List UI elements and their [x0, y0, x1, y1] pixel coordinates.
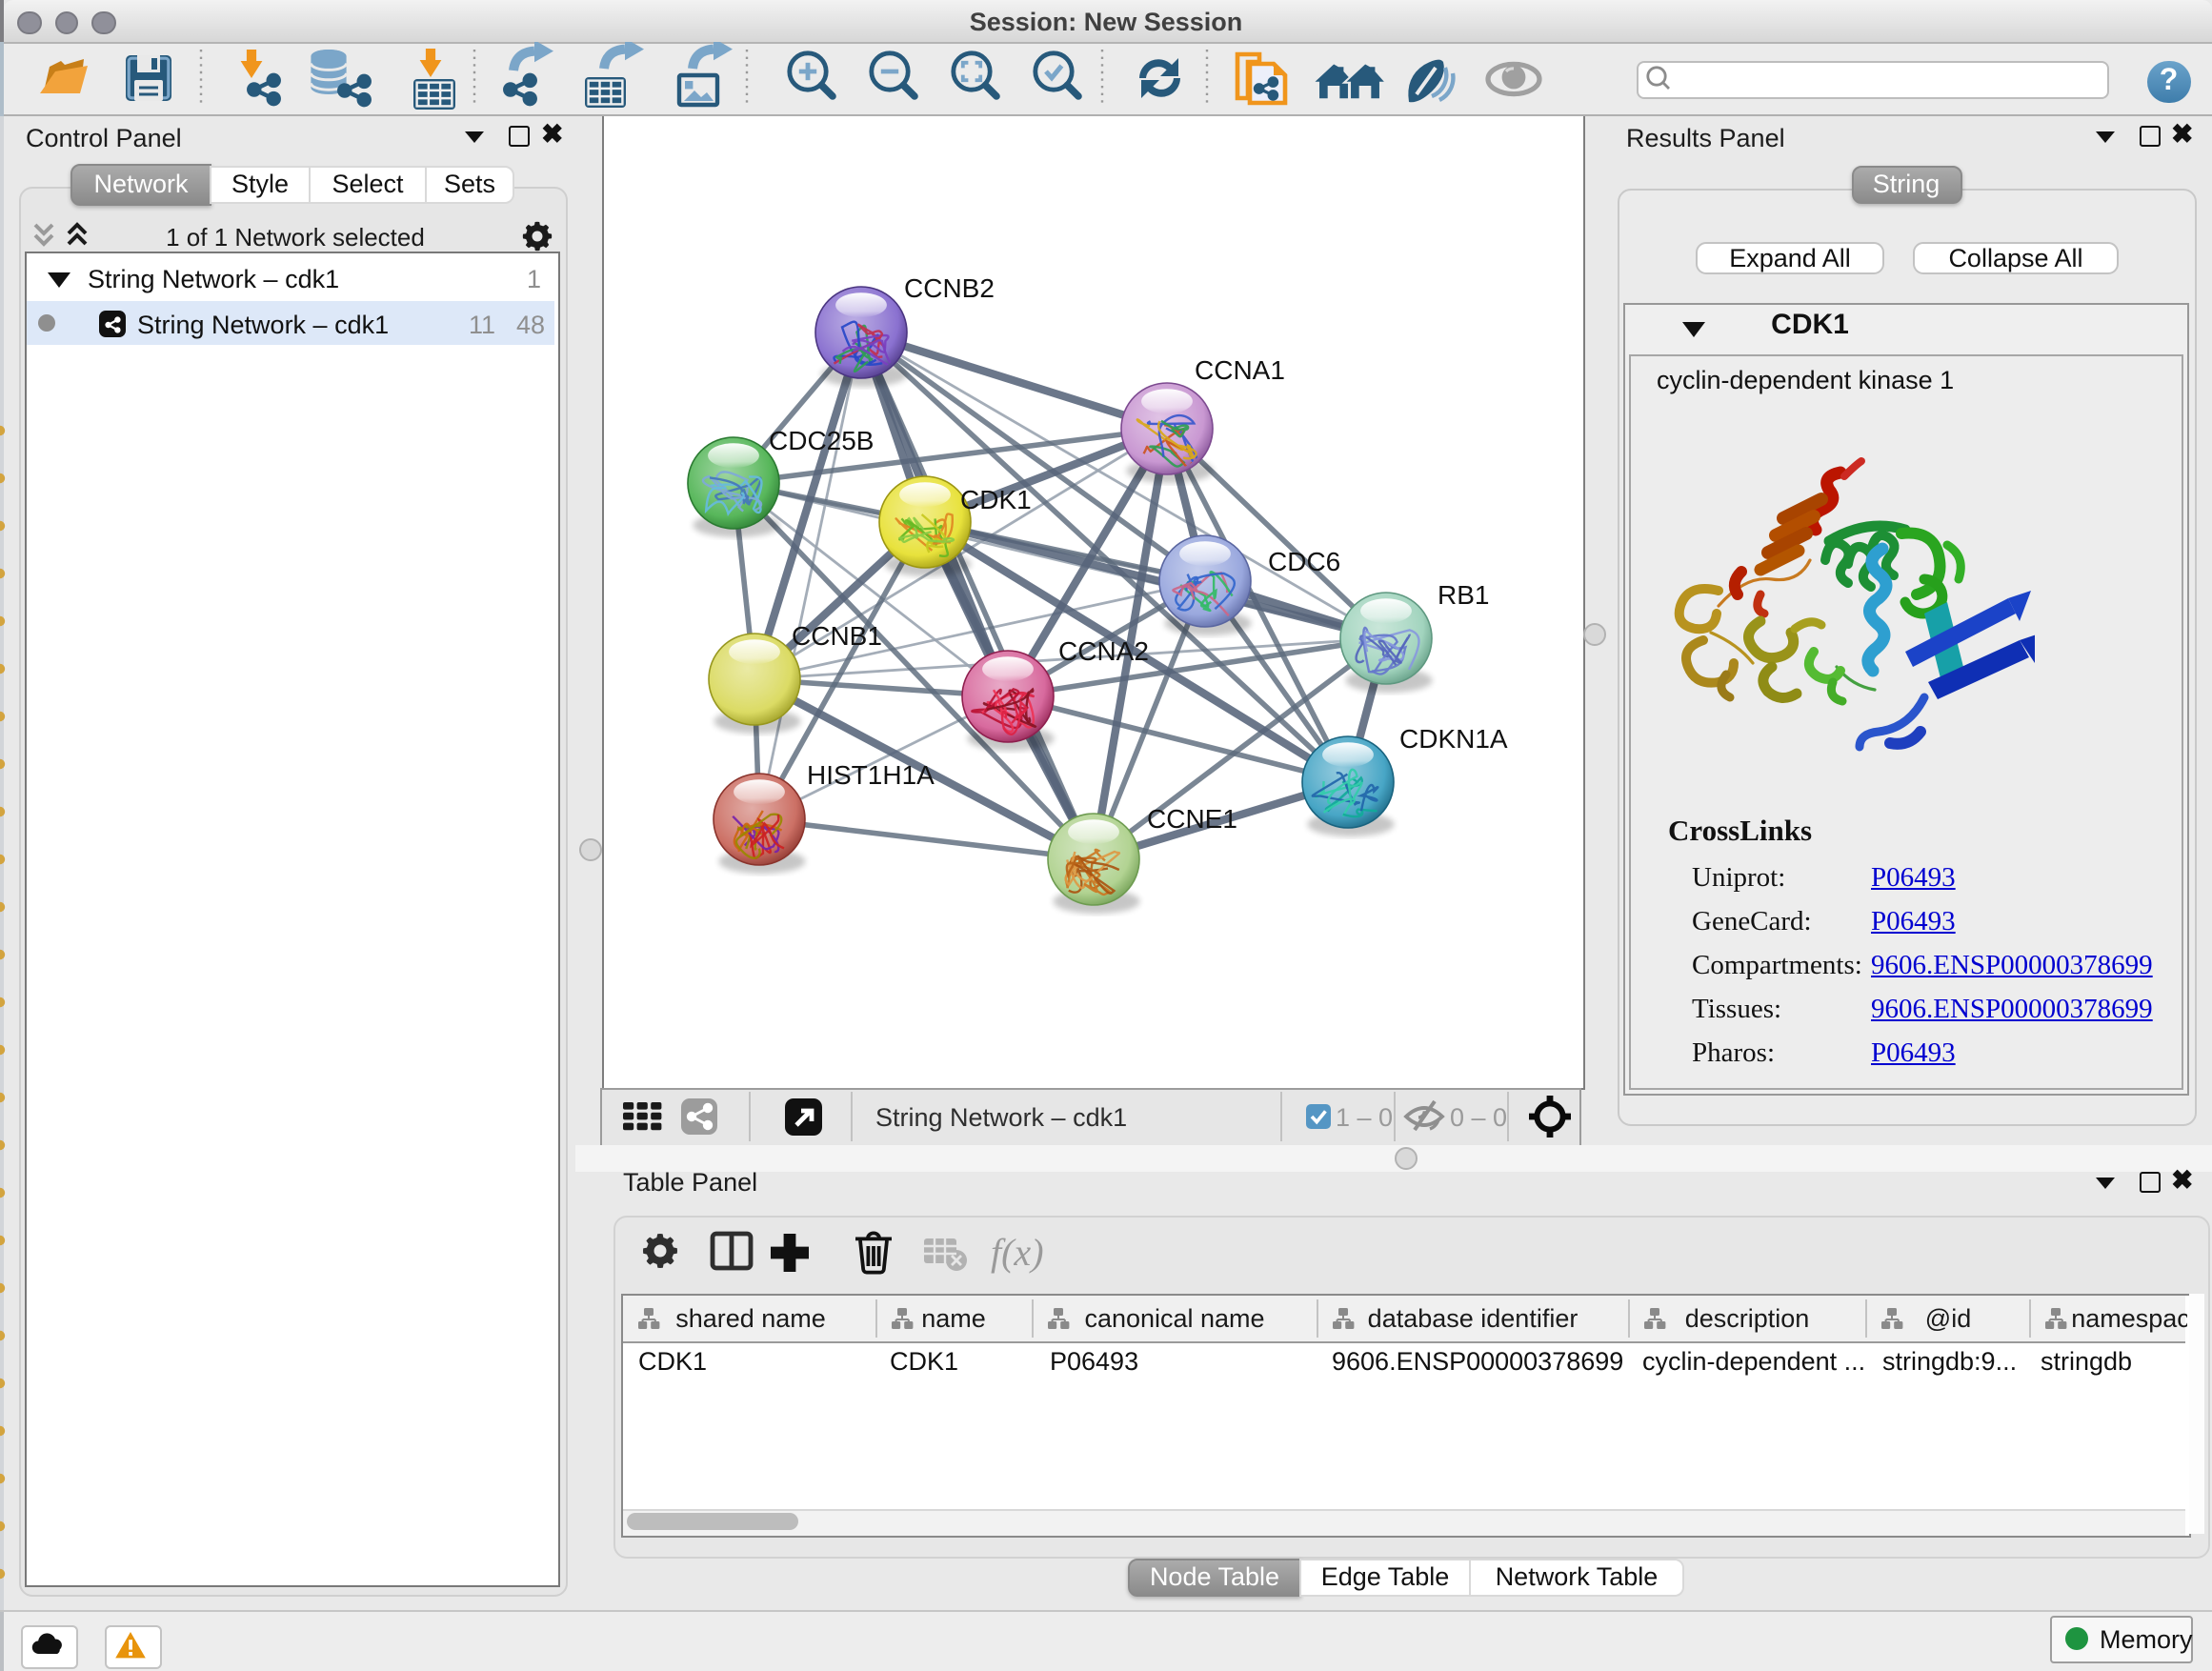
svg-text:shared name: shared name [674, 1304, 825, 1333]
svg-text:canonical name: canonical name [1083, 1304, 1263, 1333]
svg-text:CCNB2: CCNB2 [903, 272, 994, 302]
svg-text:CCNE1: CCNE1 [1146, 803, 1237, 833]
svg-text:database identifier: database identifier [1367, 1304, 1578, 1333]
svg-text:CCNB1: CCNB1 [791, 620, 881, 650]
svg-text:CDKN1A: CDKN1A [1398, 723, 1507, 753]
svg-text:CCNA1: CCNA1 [1194, 354, 1284, 384]
svg-text:@id: @id [1924, 1304, 1970, 1333]
svg-text:CDC6: CDC6 [1267, 546, 1339, 575]
svg-text:CDC25B: CDC25B [768, 425, 873, 454]
svg-text:CDK1: CDK1 [959, 484, 1031, 513]
svg-text:description: description [1684, 1304, 1809, 1333]
svg-text:name: name [920, 1304, 985, 1333]
svg-text:f(x): f(x) [991, 1231, 1044, 1274]
svg-text:CCNA2: CCNA2 [1057, 635, 1148, 665]
svg-text:RB1: RB1 [1437, 579, 1488, 609]
svg-text:namespace: namespace [2070, 1304, 2186, 1333]
svg-text:HIST1H1A: HIST1H1A [806, 759, 934, 789]
